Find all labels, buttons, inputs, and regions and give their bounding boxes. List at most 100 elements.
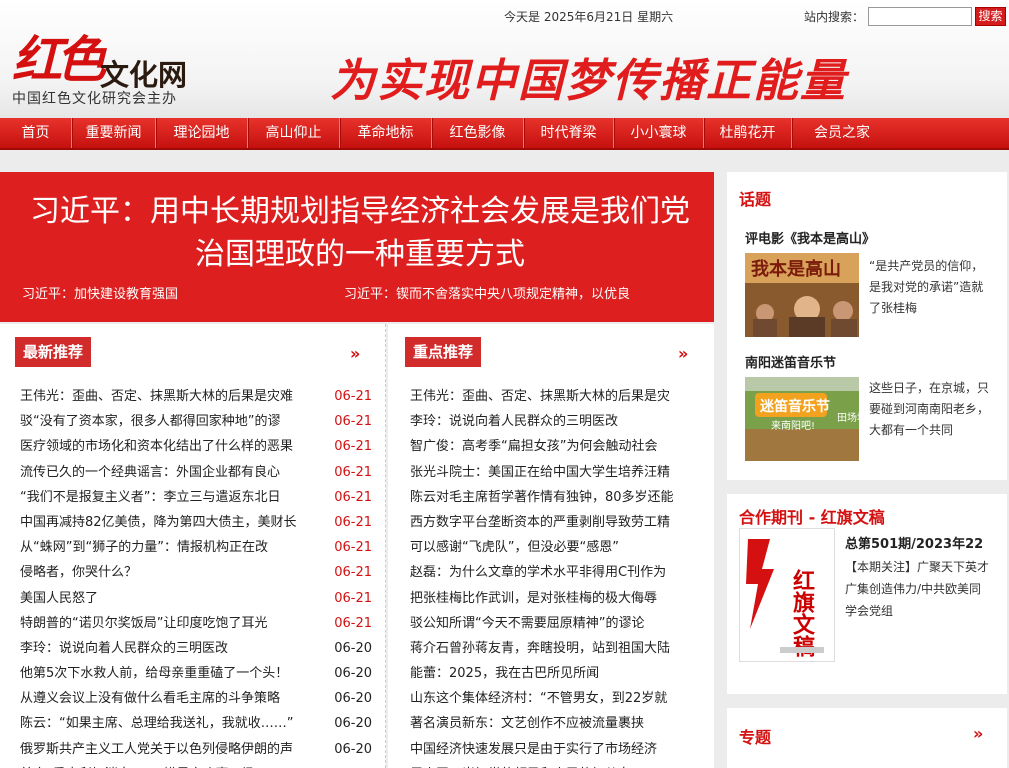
headline-sub-right[interactable]: 习近平：锲而不舍落实中央八项规定精神，以优良 (344, 283, 630, 302)
featured-list-item[interactable]: 驳公知所谓“今天不需要屈原精神”的谬论 (410, 611, 696, 636)
nav-item-backbone[interactable]: 时代脊梁 (524, 118, 614, 148)
featured-item-title[interactable]: 智广俊：高考季“扁担女孩”为何会触动社会 (410, 434, 696, 459)
latest-item-title[interactable]: 中国再减持82亿美债，降为第四大债主，美财长 (20, 510, 315, 535)
festival-side: 田场地 (837, 411, 859, 424)
latest-list-item[interactable]: 中国再减持82亿美债，降为第四大债主，美财长 06-21 (20, 510, 372, 535)
featured-more-icon[interactable]: » (678, 344, 689, 363)
topic-2-image[interactable]: 迷笛音乐节 来南阳吧! 田场地 (745, 377, 859, 461)
featured-list-item[interactable]: 智广俊：高考季“扁担女孩”为何会触动社会 (410, 434, 696, 459)
special-more-icon[interactable]: » (973, 724, 984, 743)
topic-1-title[interactable]: 评电影《我本是高山》 (745, 228, 875, 247)
featured-list-item[interactable]: 周小平：当好党的领导和人民的好儿女 (410, 762, 696, 768)
journal-cover[interactable]: 红旗文稿 (739, 528, 835, 662)
featured-item-title[interactable]: 陈云对毛主席哲学著作情有独钟，80多岁还能 (410, 485, 696, 510)
search-input[interactable] (868, 7, 972, 26)
nav-item-world[interactable]: 小小寰球 (614, 118, 704, 148)
latest-item-title[interactable]: 他第5次下水救人前，给母亲重重磕了一个头！ (20, 661, 315, 686)
latest-item-title[interactable]: 李玲：说说向着人民群众的三明医改 (20, 636, 315, 661)
featured-list-item[interactable]: 李玲：说说向着人民群众的三明医改 (410, 409, 696, 434)
featured-item-title[interactable]: 著名演员新东：文艺创作不应被流量裹挟 (410, 711, 696, 736)
featured-item-title[interactable]: 周小平：当好党的领导和人民的好儿女 (410, 762, 696, 768)
featured-item-title[interactable]: 可以感谢“飞虎队”，但没必要“感恩” (410, 535, 696, 560)
featured-list-item[interactable]: 赵磊：为什么文章的学术水平非得用C刊作为 (410, 560, 696, 585)
latest-list-item[interactable]: 陈云：“如果主席、总理给我送礼，我就收……” 06-20 (20, 711, 372, 736)
special-title[interactable]: 专题 (739, 724, 771, 748)
featured-list-item[interactable]: 王伟光：歪曲、否定、抹黑斯大林的后果是灾 (410, 384, 696, 409)
latest-list-item[interactable]: 俄罗斯共产主义工人党关于以色列侵略伊朗的声 06-20 (20, 737, 372, 762)
latest-title[interactable]: 最新推荐 (15, 337, 92, 367)
latest-more-icon[interactable]: » (350, 344, 361, 363)
featured-item-title[interactable]: 王伟光：歪曲、否定、抹黑斯大林的后果是灾 (410, 384, 696, 409)
site-logo[interactable]: 红色 文化网 中国红色文化研究会主办 (8, 18, 218, 110)
topic-1-image[interactable]: 我本是高山 (745, 253, 859, 337)
featured-list-item[interactable]: 山东这个集体经济村：“不管男女，到22岁就 (410, 686, 696, 711)
topic-1-desc[interactable]: “是共产党员的信仰，是我对党的承诺”造就了张桂梅 (869, 256, 991, 319)
latest-list-item[interactable]: 美方“重大利好消息”，可惜是空欢喜一场 06-20 (20, 762, 372, 768)
featured-list-item[interactable]: 陈云对毛主席哲学著作情有独钟，80多岁还能 (410, 485, 696, 510)
latest-list-item[interactable]: 特朗普的“诺贝尔奖饭局”让印度吃饱了耳光 06-21 (20, 611, 372, 636)
latest-list-item[interactable]: 侵略者，你哭什么？ 06-21 (20, 560, 372, 585)
featured-item-title[interactable]: 李玲：说说向着人民群众的三明医改 (410, 409, 696, 434)
featured-list-item[interactable]: 西方数字平台垄断资本的严重剥削导致劳工精 (410, 510, 696, 535)
nav-item-theory[interactable]: 理论园地 (156, 118, 248, 148)
latest-list-item[interactable]: 李玲：说说向着人民群众的三明医改 06-20 (20, 636, 372, 661)
latest-list-item[interactable]: 美国人民怒了 06-21 (20, 586, 372, 611)
featured-title[interactable]: 重点推荐 (405, 337, 482, 367)
featured-list-item[interactable]: 中国经济快速发展只是由于实行了市场经济 (410, 737, 696, 762)
featured-item-title[interactable]: 张光斗院士：美国正在给中国大学生培养汪精 (410, 460, 696, 485)
search-button[interactable]: 搜索 (975, 7, 1006, 26)
latest-item-title[interactable]: 从“蛛网”到“狮子的力量”：情报机构正在改 (20, 535, 315, 560)
latest-list-item[interactable]: 驳“没有了资本家，很多人都得回家种地”的谬 06-21 (20, 409, 372, 434)
topic-2-title[interactable]: 南阳迷笛音乐节 (745, 352, 836, 371)
journal-desc[interactable]: 【本期关注】广聚天下英才 广集创造伟力/中共欧美同学会党组 (845, 556, 993, 622)
headline-title[interactable]: 习近平：用中长期规划指导经济社会发展是我们党治国理政的一种重要方式 (20, 190, 700, 276)
latest-item-title[interactable]: 陈云：“如果主席、总理给我送礼，我就收……” (20, 711, 315, 736)
latest-list-item[interactable]: 王伟光：歪曲、否定、抹黑斯大林的后果是灾难 06-21 (20, 384, 372, 409)
latest-list-item[interactable]: 他第5次下水救人前，给母亲重重磕了一个头！ 06-20 (20, 661, 372, 686)
featured-list-item[interactable]: 蒋介石曾孙蒋友青，奔瞎投明，站到祖国大陆 (410, 636, 696, 661)
latest-item-title[interactable]: 王伟光：歪曲、否定、抹黑斯大林的后果是灾难 (20, 384, 315, 409)
featured-item-title[interactable]: 中国经济快速发展只是由于实行了市场经济 (410, 737, 696, 762)
journal-title[interactable]: 合作期刊 - 红旗文稿 (739, 504, 885, 528)
latest-item-title[interactable]: 特朗普的“诺贝尔奖饭局”让印度吃饱了耳光 (20, 611, 315, 636)
featured-list-item[interactable]: 著名演员新东：文艺创作不应被流量裹挟 (410, 711, 696, 736)
featured-column: 重点推荐 » 王伟光：歪曲、否定、抹黑斯大林的后果是灾 李玲：说说向着人民群众的三… (388, 324, 714, 768)
latest-item-title[interactable]: “我们不是报复主义者”：李立三与遣返东北日 (20, 485, 315, 510)
featured-item-title[interactable]: 西方数字平台垄断资本的严重剥削导致劳工精 (410, 510, 696, 535)
nav-item-images[interactable]: 红色影像 (432, 118, 524, 148)
latest-list-item[interactable]: 医疗领域的市场化和资本化结出了什么样的恶果 06-21 (20, 434, 372, 459)
featured-list-item[interactable]: 把张桂梅比作武训，是对张桂梅的极大侮辱 (410, 586, 696, 611)
featured-item-title[interactable]: 山东这个集体经济村：“不管男女，到22岁就 (410, 686, 696, 711)
featured-item-title[interactable]: 驳公知所谓“今天不需要屈原精神”的谬论 (410, 611, 696, 636)
latest-item-title[interactable]: 从遵义会议上没有做什么看毛主席的斗争策略 (20, 686, 315, 711)
featured-list-item[interactable]: 可以感谢“飞虎队”，但没必要“感恩” (410, 535, 696, 560)
nav-item-landmarks[interactable]: 革命地标 (340, 118, 432, 148)
latest-list-item[interactable]: 从遵义会议上没有做什么看毛主席的斗争策略 06-20 (20, 686, 372, 711)
featured-item-title[interactable]: 能蕾：2025，我在古巴所见所闻 (410, 661, 696, 686)
latest-item-title[interactable]: 美国人民怒了 (20, 586, 315, 611)
headline-sub-left[interactable]: 习近平：加快建设教育强国 (22, 283, 178, 302)
nav-item-important-news[interactable]: 重要新闻 (72, 118, 156, 148)
nav-item-home[interactable]: 首页 (0, 118, 72, 148)
topic-2-desc[interactable]: 这些日子，在京城，只要碰到河南南阳老乡，大都有一个共同 (869, 378, 991, 441)
latest-item-title[interactable]: 流传已久的一个经典谣言：外国企业都有良心 (20, 460, 315, 485)
latest-list-item[interactable]: 流传已久的一个经典谣言：外国企业都有良心 06-21 (20, 460, 372, 485)
featured-item-title[interactable]: 把张桂梅比作武训，是对张桂梅的极大侮辱 (410, 586, 696, 611)
latest-list-item[interactable]: “我们不是报复主义者”：李立三与遣返东北日 06-21 (20, 485, 372, 510)
latest-item-title[interactable]: 美方“重大利好消息”，可惜是空欢喜一场 (20, 762, 315, 768)
nav-item-admire[interactable]: 高山仰止 (248, 118, 340, 148)
journal-issue[interactable]: 总第501期/2023年22 (845, 533, 983, 552)
journal-cover-image: 红旗文稿 (740, 529, 834, 661)
latest-item-title[interactable]: 驳“没有了资本家，很多人都得回家种地”的谬 (20, 409, 315, 434)
featured-list-item[interactable]: 张光斗院士：美国正在给中国大学生培养汪精 (410, 460, 696, 485)
latest-item-title[interactable]: 医疗领域的市场化和资本化结出了什么样的恶果 (20, 434, 315, 459)
featured-list-item[interactable]: 能蕾：2025，我在古巴所见所闻 (410, 661, 696, 686)
featured-item-title[interactable]: 赵磊：为什么文章的学术水平非得用C刊作为 (410, 560, 696, 585)
featured-item-title[interactable]: 蒋介石曾孙蒋友青，奔瞎投明，站到祖国大陆 (410, 636, 696, 661)
nav-item-azalea[interactable]: 杜鹃花开 (704, 118, 792, 148)
latest-item-title[interactable]: 侵略者，你哭什么？ (20, 560, 315, 585)
latest-item-title[interactable]: 俄罗斯共产主义工人党关于以色列侵略伊朗的声 (20, 737, 315, 762)
nav-item-members[interactable]: 会员之家 (792, 118, 892, 148)
latest-list-item[interactable]: 从“蛛网”到“狮子的力量”：情报机构正在改 06-21 (20, 535, 372, 560)
movie-poster-image: 我本是高山 (745, 253, 859, 337)
